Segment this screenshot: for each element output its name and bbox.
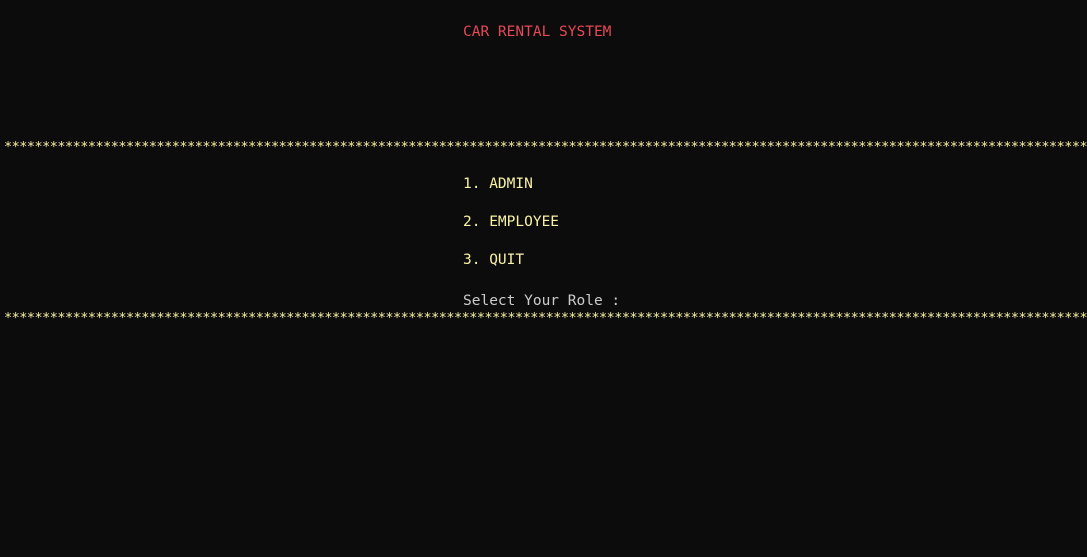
input-cursor[interactable] xyxy=(620,289,628,305)
separator-top: ****************************************… xyxy=(4,139,1087,155)
menu-option-quit: 3. QUIT xyxy=(463,252,525,268)
role-prompt: Select Your Role : xyxy=(463,289,628,309)
console-window[interactable]: CAR RENTAL SYSTEM **********************… xyxy=(0,0,1087,557)
separator-bottom: ****************************************… xyxy=(4,310,1087,326)
menu-option-employee: 2. EMPLOYEE xyxy=(463,214,560,230)
role-prompt-text: Select Your Role : xyxy=(463,293,621,309)
app-title: CAR RENTAL SYSTEM xyxy=(463,24,612,40)
menu-option-admin: 1. ADMIN xyxy=(463,176,533,192)
